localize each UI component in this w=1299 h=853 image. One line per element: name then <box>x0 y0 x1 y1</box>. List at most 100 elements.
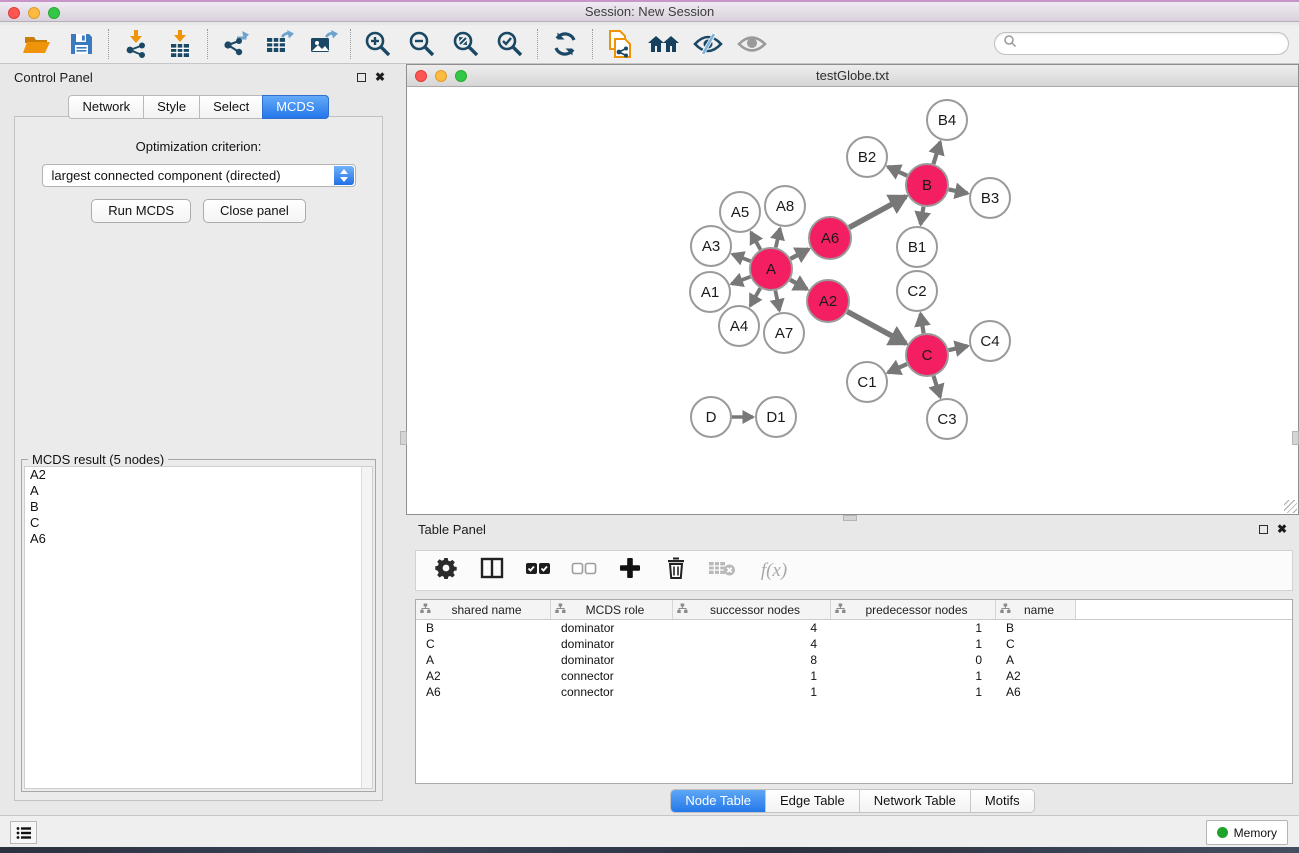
save-session-button[interactable] <box>64 28 98 60</box>
tab-edge-table[interactable]: Edge Table <box>765 790 859 812</box>
open-session-button[interactable] <box>20 28 54 60</box>
table-row[interactable]: Cdominator41C <box>416 636 1292 652</box>
node-B[interactable]: B <box>906 164 948 206</box>
node-A3[interactable]: A3 <box>691 226 731 266</box>
node-B1[interactable]: B1 <box>897 227 937 267</box>
memory-button[interactable]: Memory <box>1206 820 1288 845</box>
search-box[interactable] <box>994 32 1289 55</box>
edge-A-A2[interactable] <box>790 280 807 289</box>
column-header-successor-nodes[interactable]: successor nodes <box>673 600 831 619</box>
edge-A6-B[interactable] <box>849 197 906 228</box>
table-row[interactable]: Adominator80A <box>416 652 1292 668</box>
network-close-button[interactable] <box>415 70 427 82</box>
zoom-window-button[interactable] <box>48 7 60 19</box>
right-splitter-grip[interactable] <box>1292 431 1299 445</box>
edge-A-A3[interactable] <box>732 254 750 261</box>
network-window-titlebar[interactable]: testGlobe.txt <box>407 65 1298 87</box>
network-minimize-button[interactable] <box>435 70 447 82</box>
edge-C-C1[interactable] <box>888 364 907 373</box>
edge-A-A1[interactable] <box>732 277 751 284</box>
close-table-panel-icon[interactable]: ✖ <box>1277 523 1287 535</box>
mcds-result-item[interactable]: A2 <box>25 467 372 483</box>
node-C3[interactable]: C3 <box>927 399 967 439</box>
edge-A-A8[interactable] <box>776 228 780 247</box>
window-resize-grip[interactable] <box>1284 500 1297 513</box>
delete-column-button[interactable] <box>664 559 688 583</box>
column-header-predecessor-nodes[interactable]: predecessor nodes <box>831 600 996 619</box>
edge-C-C4[interactable] <box>948 346 967 350</box>
split-panel-button[interactable] <box>480 559 504 583</box>
node-C4[interactable]: C4 <box>970 321 1010 361</box>
table-row[interactable]: A2connector11A2 <box>416 668 1292 684</box>
mcds-result-item[interactable]: B <box>25 499 372 515</box>
column-header-shared-name[interactable]: shared name <box>416 600 551 619</box>
left-splitter-grip[interactable] <box>400 431 407 445</box>
node-A5[interactable]: A5 <box>720 192 760 232</box>
import-table-button[interactable] <box>163 28 197 60</box>
float-panel-icon[interactable] <box>357 73 366 82</box>
add-column-button[interactable] <box>618 559 642 583</box>
deselect-all-columns-button[interactable] <box>572 559 596 583</box>
export-image-button[interactable] <box>306 28 340 60</box>
tab-mcds[interactable]: MCDS <box>262 95 328 119</box>
node-A4[interactable]: A4 <box>719 306 759 346</box>
network-zoom-button[interactable] <box>455 70 467 82</box>
show-details-button[interactable] <box>735 28 769 60</box>
function-builder-button[interactable]: f(x) <box>756 559 792 583</box>
export-network-button[interactable] <box>218 28 252 60</box>
node-D1[interactable]: D1 <box>756 397 796 437</box>
edge-B-B3[interactable] <box>949 189 968 193</box>
settings-gear-button[interactable] <box>434 559 458 583</box>
mcds-result-item[interactable]: C <box>25 515 372 531</box>
node-A1[interactable]: A1 <box>690 272 730 312</box>
close-panel-icon[interactable]: ✖ <box>375 71 385 83</box>
float-table-panel-icon[interactable] <box>1259 525 1268 534</box>
zoom-out-button[interactable] <box>405 28 439 60</box>
tab-network[interactable]: Network <box>68 95 144 119</box>
zoom-fit-button[interactable] <box>449 28 483 60</box>
edge-A-A5[interactable] <box>751 232 761 249</box>
run-mcds-button[interactable]: Run MCDS <box>91 199 191 223</box>
edge-C-C2[interactable] <box>921 314 924 334</box>
zoom-in-button[interactable] <box>361 28 395 60</box>
node-A2[interactable]: A2 <box>807 280 849 322</box>
mcds-result-item[interactable]: A <box>25 483 372 499</box>
edge-B-B1[interactable] <box>921 207 924 225</box>
node-B4[interactable]: B4 <box>927 100 967 140</box>
edge-A-A7[interactable] <box>775 291 779 311</box>
table-row[interactable]: A6connector11A6 <box>416 684 1292 700</box>
tab-select[interactable]: Select <box>199 95 263 119</box>
delete-table-button[interactable] <box>710 559 734 583</box>
table-row[interactable]: Bdominator41B <box>416 620 1292 636</box>
mcds-result-item[interactable]: A6 <box>25 531 372 547</box>
tab-motifs[interactable]: Motifs <box>970 790 1034 812</box>
edge-C-C3[interactable] <box>934 376 941 397</box>
node-A6[interactable]: A6 <box>809 217 851 259</box>
node-C[interactable]: C <box>906 334 948 376</box>
edge-B-B2[interactable] <box>888 167 907 176</box>
search-input[interactable] <box>1017 37 1280 51</box>
first-neighbors-button[interactable] <box>647 28 681 60</box>
edge-A-A6[interactable] <box>790 249 808 259</box>
export-table-button[interactable] <box>262 28 296 60</box>
import-network-button[interactable] <box>119 28 153 60</box>
node-C2[interactable]: C2 <box>897 271 937 311</box>
node-B2[interactable]: B2 <box>847 137 887 177</box>
edge-A2-C[interactable] <box>847 312 906 344</box>
tab-network-table[interactable]: Network Table <box>859 790 970 812</box>
close-panel-button[interactable]: Close panel <box>203 199 306 223</box>
hide-details-button[interactable] <box>691 28 725 60</box>
tab-style[interactable]: Style <box>143 95 200 119</box>
optimization-criterion-select[interactable]: largest connected component (directed) <box>42 164 356 187</box>
tab-node-table[interactable]: Node Table <box>671 790 765 812</box>
mcds-result-list[interactable]: A2ABCA6 <box>24 466 373 789</box>
panel-menu-button[interactable] <box>10 821 37 844</box>
node-A[interactable]: A <box>750 248 792 290</box>
node-A8[interactable]: A8 <box>765 186 805 226</box>
node-C1[interactable]: C1 <box>847 362 887 402</box>
column-header-name[interactable]: name <box>996 600 1076 619</box>
column-header-MCDS-role[interactable]: MCDS role <box>551 600 673 619</box>
minimize-window-button[interactable] <box>28 7 40 19</box>
select-all-columns-button[interactable] <box>526 559 550 583</box>
node-B3[interactable]: B3 <box>970 178 1010 218</box>
